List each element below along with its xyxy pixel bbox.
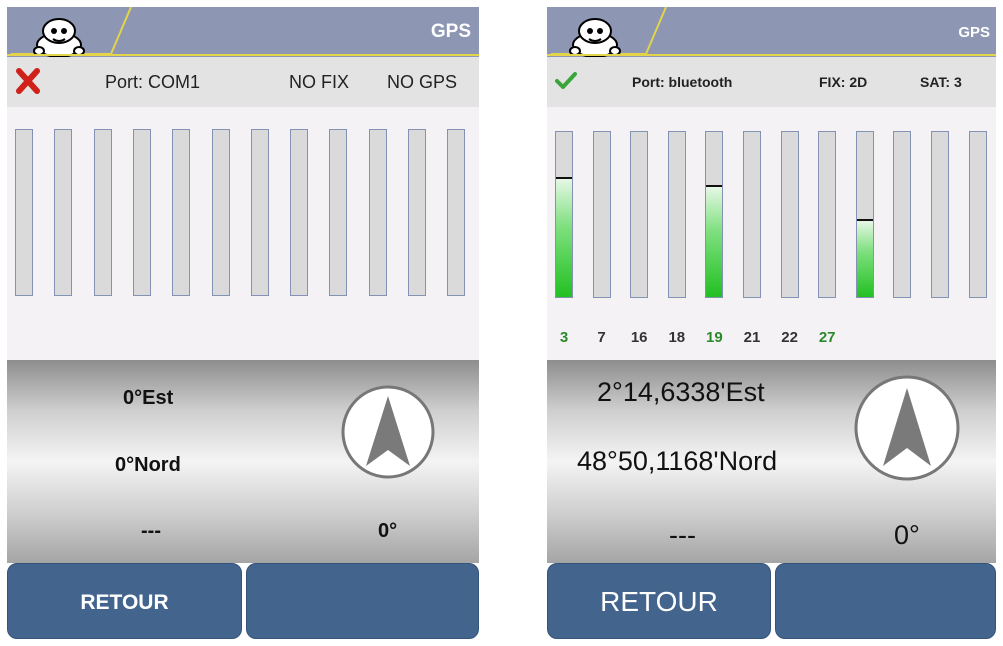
compass-icon bbox=[854, 375, 960, 481]
position-panel: 0°Est 0°Nord --- 0° bbox=[7, 360, 479, 563]
signal-bar bbox=[855, 131, 874, 298]
altitude-value: --- bbox=[669, 520, 696, 550]
signal-bar bbox=[132, 129, 151, 296]
signal-bar bbox=[329, 129, 348, 296]
signal-bar bbox=[211, 129, 230, 296]
status-bar: Port: bluetooth FIX: 2D SAT: 3 bbox=[547, 57, 996, 107]
satellite-id-label: 18 bbox=[668, 329, 686, 346]
altitude-value: --- bbox=[141, 520, 161, 542]
satellite-id-label: 22 bbox=[781, 329, 798, 346]
satellite-id-label: 16 bbox=[630, 329, 648, 346]
heading-value: 0° bbox=[894, 520, 920, 550]
header-accent-line bbox=[7, 54, 479, 56]
signal-bar bbox=[172, 129, 191, 296]
port-label: Port: COM1 bbox=[105, 72, 201, 92]
sat-status: NO GPS bbox=[387, 72, 458, 92]
header-title: GPS bbox=[430, 21, 471, 42]
satellite-id-label: 3 bbox=[559, 329, 569, 346]
signal-fill bbox=[556, 176, 572, 297]
signal-bar bbox=[447, 129, 466, 296]
gps-screen-fix: GPS Port: bluetooth FIX: 2D SAT: 3 3 7 16 1… bbox=[547, 7, 996, 639]
port-label: Port: bluetooth bbox=[632, 74, 733, 90]
back-button-label: RETOUR bbox=[80, 591, 169, 614]
satellite-id-label: 27 bbox=[818, 329, 836, 346]
back-button[interactable]: RETOUR bbox=[7, 563, 242, 639]
signal-bar bbox=[705, 131, 724, 298]
signal-bar bbox=[630, 131, 649, 298]
header-accent-line bbox=[547, 54, 996, 56]
michelin-bibendum-logo bbox=[11, 7, 132, 57]
satellite-signal-panel: 3 7 16 18 19 21 22 27 bbox=[547, 107, 996, 360]
signal-bar bbox=[54, 129, 73, 296]
michelin-bibendum-logo bbox=[551, 7, 667, 57]
empty-action-button[interactable] bbox=[246, 563, 479, 639]
signal-bar bbox=[931, 131, 949, 298]
signal-bar bbox=[592, 131, 611, 298]
error-x-icon bbox=[16, 68, 40, 94]
back-button-label: RETOUR bbox=[600, 586, 718, 617]
back-button[interactable]: RETOUR bbox=[547, 563, 771, 639]
signal-bar bbox=[408, 129, 426, 296]
signal-bar bbox=[15, 129, 33, 296]
signal-bar bbox=[250, 129, 269, 296]
empty-action-button[interactable] bbox=[775, 563, 996, 639]
signal-bar bbox=[780, 131, 799, 298]
fix-status: NO FIX bbox=[289, 72, 350, 92]
sat-status: SAT: 3 bbox=[920, 74, 962, 90]
longitude-value: 2°14,6338'Est bbox=[597, 377, 765, 407]
longitude-value: 0°Est bbox=[123, 387, 174, 409]
signal-bar bbox=[893, 131, 912, 298]
header-bar: GPS bbox=[7, 7, 479, 57]
fix-status: FIX: 2D bbox=[819, 74, 868, 90]
satellite-id-label: 7 bbox=[597, 329, 606, 346]
signal-bar bbox=[667, 131, 686, 298]
header-title: GPS bbox=[958, 24, 990, 41]
signal-bar bbox=[818, 131, 837, 298]
signal-bar bbox=[93, 129, 112, 296]
status-bar: Port: COM1 NO FIX NO GPS bbox=[7, 57, 479, 107]
signal-bar bbox=[368, 129, 387, 296]
latitude-value: 0°Nord bbox=[115, 454, 181, 476]
satellite-id-label: 19 bbox=[706, 329, 723, 346]
latitude-value: 48°50,1168'Nord bbox=[577, 446, 778, 476]
signal-bar bbox=[968, 131, 987, 298]
signal-fill bbox=[706, 184, 723, 297]
gps-screen-no-fix: GPS Port: COM1 NO FIX NO GPS 0°Est 0°Nor… bbox=[7, 7, 479, 639]
heading-value: 0° bbox=[378, 520, 398, 542]
position-panel: 2°14,6338'Est 48°50,1168'Nord --- 0° bbox=[547, 360, 996, 563]
satellite-signal-panel bbox=[7, 107, 479, 360]
signal-fill bbox=[856, 219, 873, 297]
checkmark-icon bbox=[555, 72, 577, 89]
satellite-id-label: 21 bbox=[743, 329, 761, 346]
signal-bar bbox=[743, 131, 761, 298]
compass-icon bbox=[341, 385, 435, 479]
signal-bar bbox=[555, 131, 573, 298]
header-bar: GPS bbox=[547, 7, 996, 57]
signal-bar bbox=[290, 129, 309, 296]
